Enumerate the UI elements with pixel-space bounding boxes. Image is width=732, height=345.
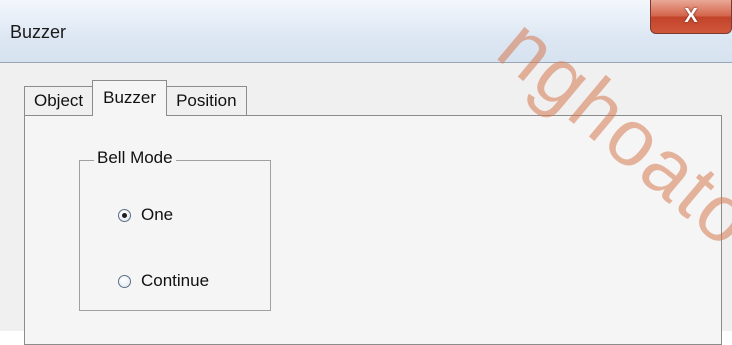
- bell-mode-legend: Bell Mode: [94, 148, 176, 168]
- title-bar: Buzzer X: [0, 0, 732, 62]
- close-button[interactable]: X: [650, 0, 732, 34]
- radio-one-label[interactable]: One: [141, 205, 173, 225]
- tab-position[interactable]: Position: [166, 86, 247, 116]
- radio-one-row[interactable]: One: [118, 205, 173, 225]
- tab-buzzer[interactable]: Buzzer: [92, 80, 168, 116]
- tab-strip: Object Buzzer Position: [24, 80, 247, 116]
- radio-continue-label[interactable]: Continue: [141, 271, 209, 291]
- radio-one[interactable]: [118, 208, 131, 222]
- window-title: Buzzer: [10, 22, 67, 42]
- close-icon: X: [684, 5, 698, 27]
- radio-continue-row[interactable]: Continue: [118, 271, 209, 291]
- radio-continue[interactable]: [118, 274, 131, 288]
- tab-object[interactable]: Object: [24, 86, 94, 116]
